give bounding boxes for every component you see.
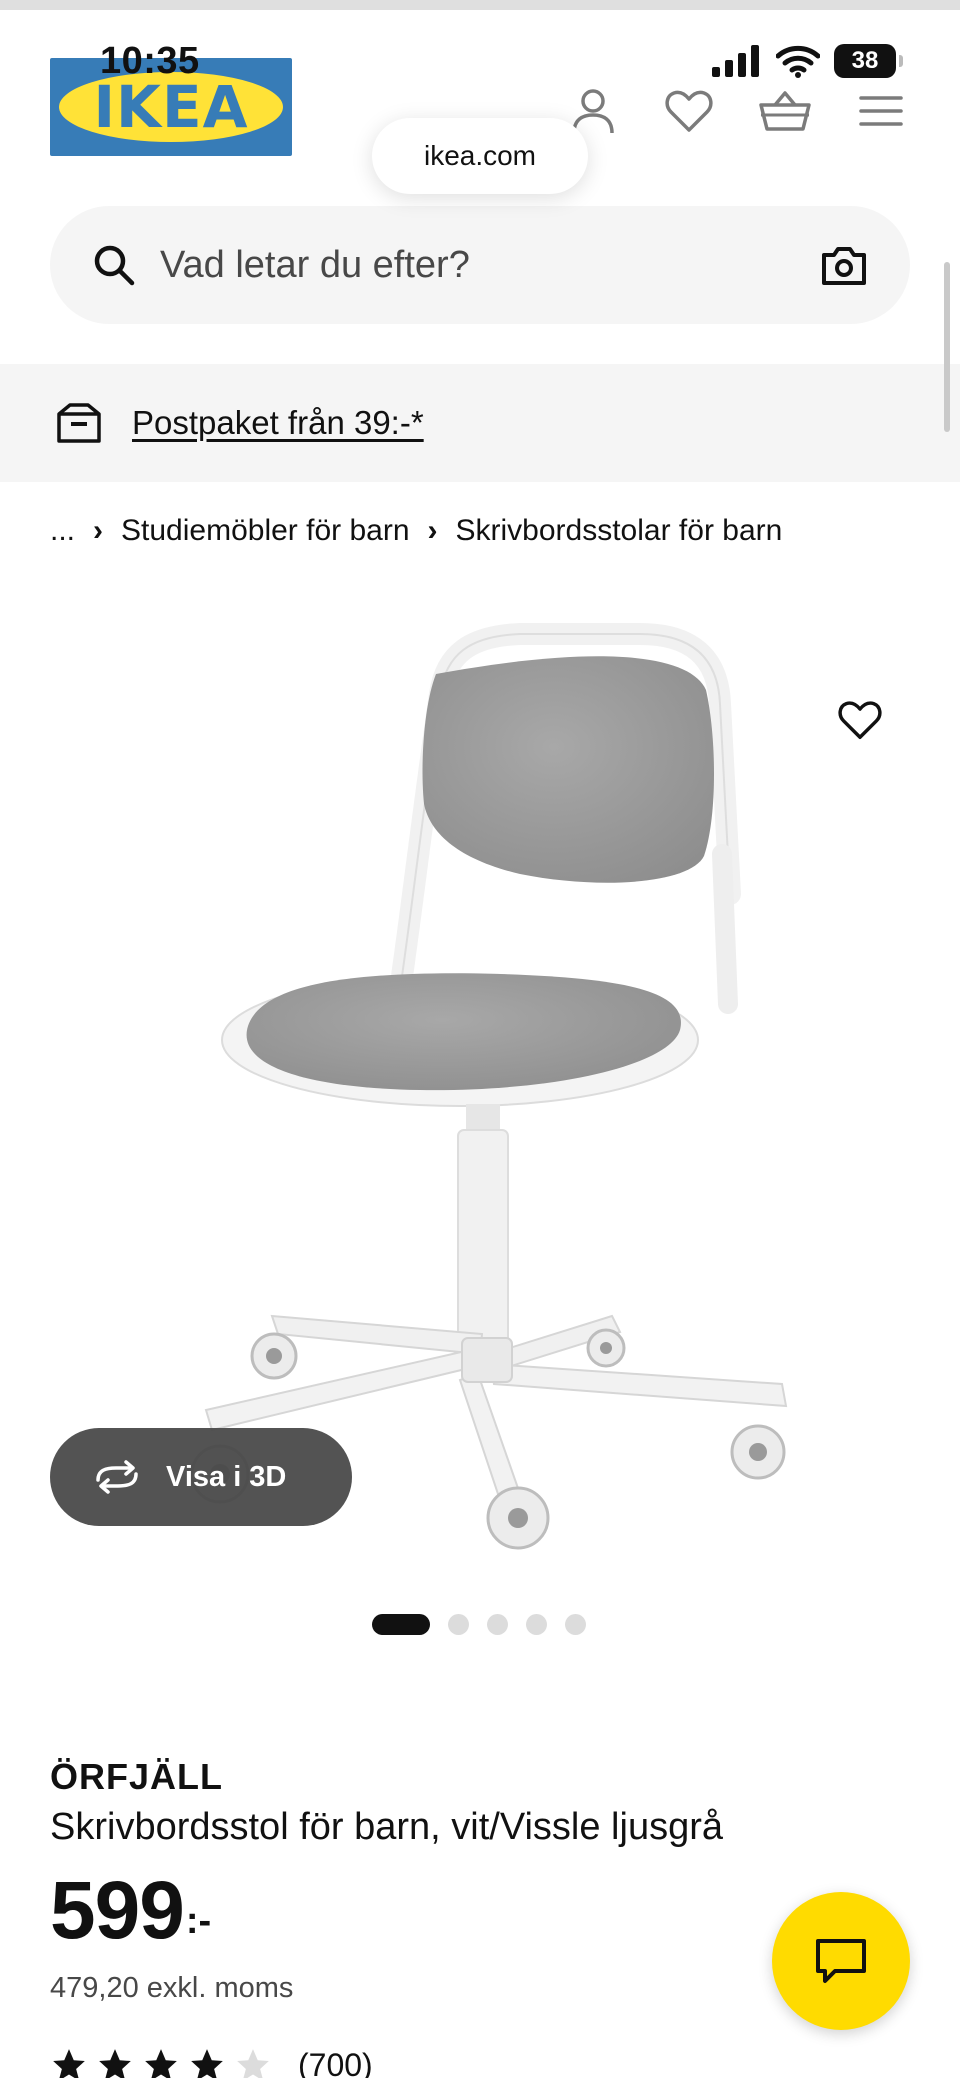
price-integer: 599 [50, 1865, 185, 1956]
gallery-dot-3[interactable] [487, 1614, 508, 1635]
rating-count[interactable]: (700) [298, 2047, 373, 2078]
favorite-button[interactable] [816, 676, 904, 764]
star-filled-icon [53, 2049, 85, 2078]
logo-text: IKEA [93, 73, 249, 141]
gallery-dot-1[interactable] [372, 1614, 430, 1635]
breadcrumb-item-desk-chairs[interactable]: Skrivbordsstolar för barn [456, 514, 783, 548]
chevron-right-icon: › [427, 514, 438, 547]
delivery-banner[interactable]: Postpaket från 39:-* [0, 364, 960, 482]
wifi-icon [776, 45, 820, 78]
price-suffix: :- [185, 1900, 212, 1942]
product-price: 599 :- [50, 1870, 211, 1952]
product-description: Skrivbordsstol för barn, vit/Vissle ljus… [50, 1806, 723, 1848]
heart-icon [838, 701, 882, 739]
product-rating[interactable]: (700) [50, 2046, 373, 2078]
gallery-pagination [372, 1614, 586, 1635]
url-pill[interactable]: ikea.com [372, 118, 588, 194]
price-excl-vat: 479,20 exkl. moms [50, 1972, 294, 2004]
chat-icon [816, 1939, 866, 1983]
status-icons: 38 [712, 44, 903, 78]
top-strip [0, 0, 960, 10]
delivery-link[interactable]: Postpaket från 39:-* [132, 404, 424, 442]
gallery-dot-4[interactable] [526, 1614, 547, 1635]
camera-icon[interactable] [820, 241, 868, 289]
heart-icon[interactable] [660, 82, 718, 140]
chevron-right-icon: › [93, 514, 104, 547]
search-bar[interactable] [50, 206, 910, 324]
product-name: ÖRFJÄLL [50, 1756, 223, 1797]
view-3d-button[interactable]: Visa i 3D [50, 1428, 352, 1526]
status-time: 10:35 [100, 40, 200, 82]
search-icon [94, 245, 135, 286]
rotate-3d-icon [96, 1460, 138, 1494]
star-filled-icon [145, 2049, 177, 2078]
parcel-icon [57, 403, 101, 443]
star-filled-icon [191, 2049, 223, 2078]
basket-icon[interactable] [756, 82, 814, 140]
chat-button[interactable] [772, 1892, 910, 2030]
header-icons [564, 82, 910, 140]
search-input[interactable] [160, 243, 820, 287]
gallery-dot-5[interactable] [565, 1614, 586, 1635]
breadcrumb-item-study-furniture[interactable]: Studiemöbler för barn [121, 514, 410, 548]
gallery-dot-2[interactable] [448, 1614, 469, 1635]
page-scrollbar[interactable] [944, 262, 950, 432]
star-empty-icon [237, 2049, 269, 2078]
star-filled-icon [99, 2049, 131, 2078]
battery-indicator: 38 [834, 44, 903, 78]
breadcrumb-ellipsis[interactable]: ... [50, 514, 75, 548]
menu-icon[interactable] [852, 82, 910, 140]
cellular-signal-icon [712, 45, 759, 77]
view-3d-label: Visa i 3D [166, 1460, 287, 1493]
breadcrumb: ... › Studiemöbler för barn › Skrivbords… [50, 514, 782, 548]
